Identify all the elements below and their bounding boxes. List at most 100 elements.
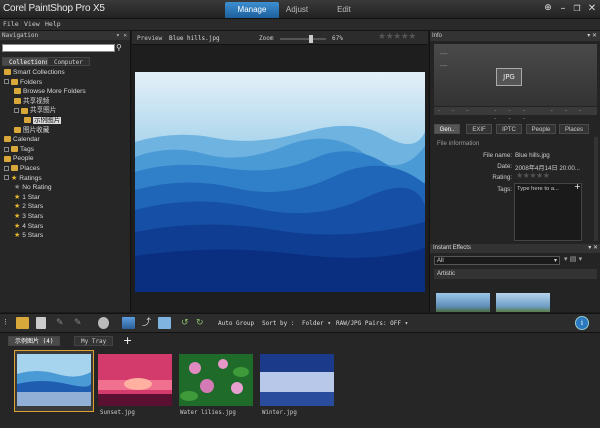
thumb-label-water-lilies: Water lilies.jpg <box>180 410 236 416</box>
effects-options-icon[interactable]: ▾ ▤ ▾ <box>564 255 582 263</box>
tree-item-label: 共享视频 <box>23 97 50 105</box>
info-metadata-strip: --- --- --- --- <box>434 107 597 122</box>
expand-toggle-icon[interactable] <box>4 79 9 85</box>
tree-item-label: 3 Stars <box>22 213 44 220</box>
tree-item-label: 共享图片 <box>30 107 57 115</box>
info-rating-stars[interactable]: ★★★★★ <box>516 171 550 180</box>
rotate-right-icon[interactable]: ↻ <box>196 317 209 329</box>
tree-item[interactable]: Browse More Folders <box>14 87 86 96</box>
effects-filter-select[interactable]: All ▾ <box>434 256 560 265</box>
info-icon[interactable]: i <box>575 316 589 330</box>
effects-filter-value: All <box>437 258 444 264</box>
calendar-icon <box>4 136 11 143</box>
tree-item[interactable]: 共享视频 <box>14 97 49 106</box>
search-input[interactable] <box>2 44 115 52</box>
info-tab-people[interactable]: People <box>526 124 556 134</box>
zoom-slider-thumb[interactable] <box>309 35 313 43</box>
view-mode-icon[interactable] <box>36 317 46 329</box>
tree-item[interactable]: ★ Ratings <box>4 174 42 183</box>
menu-file[interactable]: File <box>3 20 19 28</box>
share-icon[interactable]: ⤴ <box>142 317 155 329</box>
preview-image[interactable] <box>135 72 425 292</box>
title-bar: Corel PaintShop Pro X5 Manage Adjust Edi… <box>0 0 600 19</box>
effects-close-icon[interactable]: ▾ ✕ <box>588 244 598 253</box>
info-close-icon[interactable]: ▾ ✕ <box>587 31 597 41</box>
effects-category: Artistic <box>434 269 597 279</box>
photo-icon[interactable] <box>122 317 135 329</box>
help-icon[interactable]: ⊕ <box>540 1 556 16</box>
expand-toggle-icon[interactable] <box>14 108 19 114</box>
menu-help[interactable]: Help <box>45 20 61 28</box>
tree-item[interactable]: ★ No Rating <box>14 183 52 192</box>
tree-item[interactable]: Calendar <box>4 135 40 144</box>
preview-label: Preview <box>137 35 163 42</box>
tree-item[interactable]: 示例图片 <box>24 116 62 125</box>
restore-icon[interactable]: ❐ <box>569 1 585 16</box>
brush-icon[interactable]: ✎ <box>56 317 69 329</box>
tab-adjust[interactable]: Adjust <box>270 2 324 18</box>
tree-item[interactable]: ★ 3 Stars <box>14 212 43 221</box>
raw-jpg-pairs-toggle[interactable]: RAW/JPG Pairs: OFF ▾ <box>336 320 408 327</box>
add-tag-icon[interactable]: + <box>574 182 581 191</box>
image-edit-icon[interactable] <box>158 317 171 329</box>
person-icon[interactable] <box>98 317 109 329</box>
chevron-down-icon: ▾ <box>553 258 557 264</box>
preview-filename: Blue hills.jpg <box>169 35 220 42</box>
menu-view[interactable]: View <box>24 20 40 28</box>
expand-toggle-icon[interactable] <box>4 146 9 152</box>
folder-toggle-icon[interactable] <box>16 317 29 329</box>
thumb-blue-hills[interactable] <box>17 354 91 406</box>
search-icon[interactable]: ⚲ <box>116 43 122 52</box>
zoom-slider[interactable] <box>280 35 326 43</box>
pen-icon[interactable]: ✎ <box>74 317 87 329</box>
info-tab-places[interactable]: Places <box>559 124 589 134</box>
tab-computer[interactable]: Computer <box>47 57 90 66</box>
tree-item[interactable]: ★ 4 Stars <box>14 222 43 231</box>
rotate-left-icon[interactable]: ↺ <box>181 317 194 329</box>
thumb-water-lilies[interactable] <box>179 354 253 406</box>
tree-item[interactable]: ★ 5 Stars <box>14 231 43 240</box>
close-icon[interactable]: ✕ <box>584 1 600 16</box>
tree-item[interactable]: 共享图片 <box>14 106 56 115</box>
tree-item[interactable]: ★ 1 Star <box>14 193 40 202</box>
info-tab-exif[interactable]: EXIF <box>466 124 492 134</box>
star-icon: ★ <box>14 222 21 230</box>
effect-thumb-1[interactable] <box>436 293 490 312</box>
tags-field[interactable]: Type here to a... <box>514 183 582 241</box>
tree-item-label: 图片收藏 <box>23 126 50 134</box>
tree-item[interactable]: Folders <box>4 78 42 87</box>
auto-group-button[interactable]: Auto Group <box>218 320 254 327</box>
add-tray-button[interactable]: + <box>123 334 132 347</box>
tree-item-label: 4 Stars <box>22 222 44 230</box>
effect-thumb-2[interactable] <box>496 293 550 312</box>
folder-icon <box>11 78 18 85</box>
tree-item[interactable]: Places <box>4 164 40 173</box>
sort-dropdown[interactable]: Folder ▾ <box>302 320 331 327</box>
chevron-down-icon: ▾ <box>327 320 331 327</box>
star-icon: ★ <box>11 174 18 182</box>
tab-edit[interactable]: Edit <box>317 2 371 18</box>
tree-item[interactable]: 图片收藏 <box>14 126 49 135</box>
navigation-header: Navigation ▾ ✕ <box>0 31 130 40</box>
thumb-label-winter: Winter.jpg <box>262 410 297 416</box>
tree-item[interactable]: Smart Collections <box>4 68 65 77</box>
tree-item[interactable]: ★ 2 Stars <box>14 202 43 211</box>
thumb-sunset[interactable] <box>98 354 172 406</box>
tree-item-label: Folders <box>20 78 42 86</box>
info-tab-iptc[interactable]: IPTC <box>496 124 522 134</box>
tray-tab-folder[interactable]: 示例图片 (4) <box>8 336 61 346</box>
info-tab-general[interactable]: Gen.. <box>434 124 460 134</box>
info-scrollbar[interactable] <box>594 137 598 241</box>
expand-toggle-icon[interactable] <box>4 175 9 181</box>
panel-close-icon[interactable]: ▾ ✕ <box>116 31 127 40</box>
tree-item-label: 5 Stars <box>22 232 44 240</box>
thumb-winter[interactable] <box>260 354 334 406</box>
expand-toggle-icon[interactable] <box>4 165 9 171</box>
tree-item[interactable]: Tags <box>4 145 34 154</box>
rating-stars[interactable]: ★★★★★ <box>378 32 416 42</box>
star-icon: ★ <box>14 213 21 220</box>
info-panel: Info ▾ ✕ --- --- JPG --- --- --- --- Gen… <box>429 31 600 312</box>
date-label: Date: <box>497 163 512 170</box>
tree-item[interactable]: People <box>4 154 34 163</box>
tray-tab-my-tray[interactable]: My Tray <box>74 336 114 346</box>
